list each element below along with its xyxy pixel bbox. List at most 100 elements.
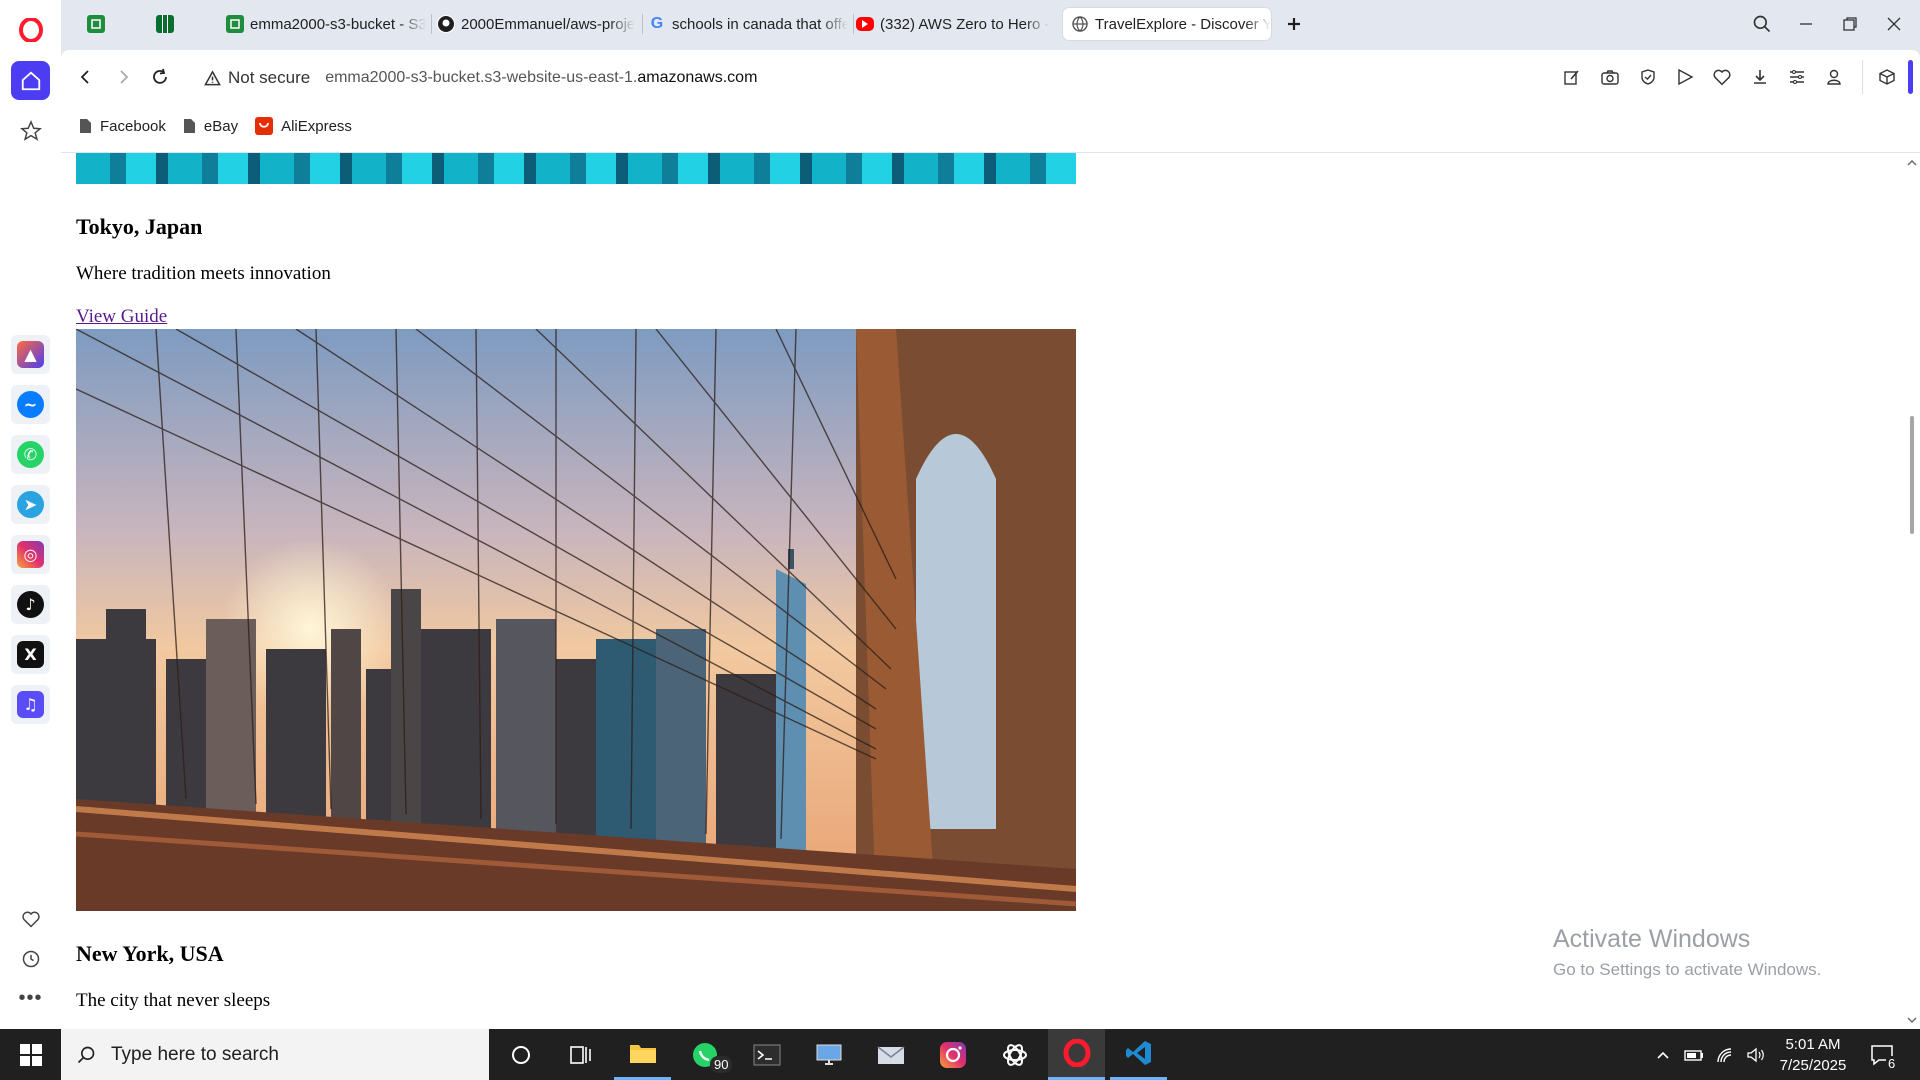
back-button[interactable]: [71, 62, 101, 92]
heart-icon[interactable]: [11, 899, 50, 938]
page-viewport: Tokyo, Japan Where tradition meets innov…: [61, 152, 1920, 1029]
whatsapp-icon[interactable]: ✆: [11, 435, 50, 474]
start-button[interactable]: [2, 1029, 59, 1080]
chatgpt-icon[interactable]: [986, 1029, 1043, 1080]
pinboard-heart-icon[interactable]: [1707, 62, 1737, 92]
opera-menu-icon[interactable]: [11, 10, 50, 49]
bookmark-label: Facebook: [100, 117, 166, 135]
bookmarks-bar: Facebook eBay AliExpress: [79, 114, 369, 138]
windows-taskbar: Type here to search 90 5:01 AM 7/25/2025…: [0, 1029, 1920, 1080]
tab-label: 2000Emmanuel/aws-proje: [461, 15, 636, 33]
profile-icon[interactable]: [1819, 62, 1849, 92]
destination-title: New York, USA: [76, 941, 224, 966]
tab-label: (332) AWS Zero to Hero -: [880, 15, 1050, 33]
view-guide-link[interactable]: View Guide: [76, 306, 167, 328]
messenger-icon[interactable]: ~: [11, 385, 50, 424]
destination-title: Tokyo, Japan: [76, 214, 203, 239]
tiktok-icon[interactable]: ♪: [11, 585, 50, 624]
mail-icon[interactable]: [862, 1029, 919, 1080]
vertical-scrollbar[interactable]: [1904, 153, 1920, 1029]
flow-send-icon[interactable]: [1670, 62, 1700, 92]
toolbar-divider: [1862, 60, 1863, 94]
home-icon[interactable]: [11, 61, 50, 100]
globe-icon: [1071, 15, 1089, 33]
new-tab-button[interactable]: [1278, 8, 1310, 40]
more-icon[interactable]: •••: [11, 979, 50, 1018]
forward-button[interactable]: [108, 62, 138, 92]
tab-github[interactable]: 2000Emmanuel/aws-proje: [437, 8, 637, 40]
google-icon: G: [650, 15, 664, 32]
tab-google-search[interactable]: G schools in canada that offe: [648, 8, 848, 40]
clock-date: 7/25/2025: [1779, 1056, 1847, 1074]
bookmark-aliexpress[interactable]: AliExpress: [255, 117, 352, 135]
tab-label: TravelExplore - Discover Yo: [1095, 15, 1271, 33]
extensions-cube-icon[interactable]: [1872, 62, 1902, 92]
instagram-icon[interactable]: ◎: [11, 535, 50, 574]
aria-app-icon[interactable]: ▲: [11, 335, 50, 374]
scroll-up-icon[interactable]: [1904, 155, 1920, 171]
opera-taskbar-icon[interactable]: [1048, 1029, 1105, 1080]
instagram-taskbar-icon[interactable]: [924, 1029, 981, 1080]
address-bar[interactable]: Not secure emma2000-s3-bucket.s3-website…: [204, 67, 757, 89]
whatsapp-taskbar-icon[interactable]: 90: [676, 1029, 733, 1080]
url-domain: amazonaws.com: [637, 69, 758, 86]
wifi-icon[interactable]: [1712, 1029, 1740, 1080]
history-icon[interactable]: [11, 939, 50, 978]
easy-setup-icon[interactable]: [1782, 62, 1812, 92]
snapshot-camera-icon[interactable]: [1595, 62, 1625, 92]
tab-travelexplore[interactable]: TravelExplore - Discover Yo: [1063, 8, 1271, 40]
tab-search-icon[interactable]: [1740, 0, 1784, 48]
tab-label: emma2000-s3-bucket - S3: [250, 15, 426, 33]
github-icon: [437, 15, 455, 33]
restore-button[interactable]: [1828, 0, 1872, 48]
destination-image-partial: [76, 153, 1076, 184]
star-icon[interactable]: [11, 111, 50, 150]
bookmark-facebook[interactable]: Facebook: [79, 118, 166, 135]
tab-youtube[interactable]: (332) AWS Zero to Hero -: [856, 8, 1056, 40]
youtube-icon: [856, 17, 874, 31]
tab-divider: [642, 14, 643, 34]
tab-divider: [853, 14, 854, 34]
close-window-button[interactable]: [1872, 0, 1916, 48]
flag-favicon-icon: [156, 15, 174, 33]
tab-pinned-2[interactable]: [145, 8, 185, 40]
cortana-icon[interactable]: [492, 1029, 549, 1080]
bookmark-label: eBay: [203, 117, 239, 135]
minimize-button[interactable]: [1784, 0, 1828, 48]
edit-page-icon[interactable]: [1557, 62, 1587, 92]
warning-icon[interactable]: [204, 69, 221, 87]
volume-icon[interactable]: [1742, 1029, 1770, 1080]
terminal-icon[interactable]: [738, 1029, 795, 1080]
scroll-down-icon[interactable]: [1904, 1012, 1920, 1028]
battery-icon[interactable]: [1680, 1029, 1708, 1080]
download-icon[interactable]: [1745, 62, 1775, 92]
sidebar-toggle-indicator[interactable]: [1908, 60, 1913, 94]
notification-count: 6: [1886, 1056, 1898, 1071]
tray-overflow-icon[interactable]: [1650, 1029, 1676, 1080]
vscode-icon[interactable]: [1110, 1029, 1167, 1080]
scroll-thumb[interactable]: [1910, 416, 1914, 534]
file-explorer-icon[interactable]: [614, 1029, 671, 1080]
tab-s3-bucket[interactable]: emma2000-s3-bucket - S3: [226, 8, 426, 40]
reload-button[interactable]: [145, 62, 175, 92]
bookmark-label: AliExpress: [281, 117, 352, 135]
music-player-icon[interactable]: ♫: [11, 685, 50, 724]
clock[interactable]: 5:01 AM 7/25/2025: [1772, 1029, 1854, 1080]
bookmark-ebay[interactable]: eBay: [183, 118, 238, 135]
security-label[interactable]: Not secure: [228, 68, 310, 88]
taskbar-search-box[interactable]: Type here to search: [61, 1029, 489, 1080]
watermark-subtitle: Go to Settings to activate Windows.: [1553, 960, 1822, 979]
adblock-shield-icon[interactable]: [1633, 62, 1663, 92]
x-twitter-icon[interactable]: X: [11, 635, 50, 674]
clock-time: 5:01 AM: [1785, 1035, 1841, 1053]
destination-tagline: The city that never sleeps: [76, 990, 271, 1011]
tab-pinned-1[interactable]: [76, 8, 116, 40]
notification-center-icon[interactable]: 6: [1862, 1029, 1902, 1080]
address-toolbar: Not secure emma2000-s3-bucket.s3-website…: [61, 50, 1920, 152]
page-icon: [79, 118, 92, 134]
remote-desktop-icon[interactable]: [800, 1029, 857, 1080]
task-view-icon[interactable]: [552, 1029, 609, 1080]
telegram-icon[interactable]: ➤: [11, 485, 50, 524]
activate-windows-watermark: Activate Windows Go to Settings to activ…: [1553, 925, 1821, 980]
page-icon: [183, 118, 196, 134]
